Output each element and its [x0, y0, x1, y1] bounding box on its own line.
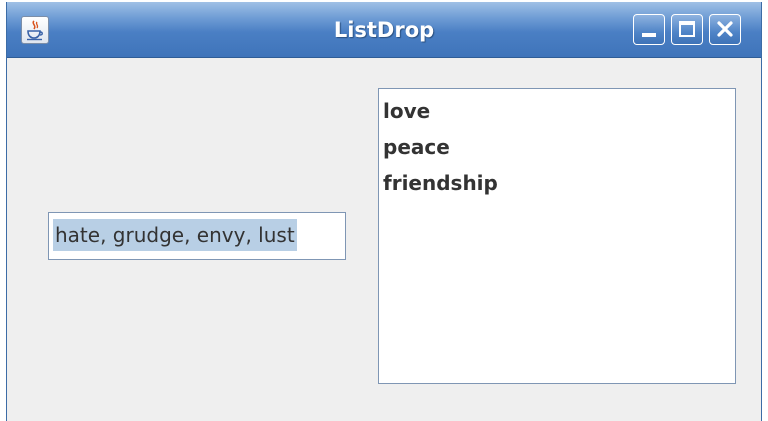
listdrop-window: ListDrop hate, grudge, envy, lust love p…: [6, 2, 762, 421]
list-item[interactable]: peace: [379, 129, 735, 165]
close-icon: [717, 21, 733, 37]
close-button[interactable]: [709, 14, 741, 45]
list-item[interactable]: love: [379, 93, 735, 129]
minimize-button[interactable]: [633, 14, 665, 45]
drop-list[interactable]: love peace friendship: [378, 88, 736, 384]
maximize-button[interactable]: [671, 14, 703, 45]
drag-text-field[interactable]: hate, grudge, envy, lust: [48, 212, 346, 260]
java-cup-icon[interactable]: [21, 16, 49, 44]
minimize-icon: [642, 33, 656, 37]
maximize-icon: [679, 21, 695, 37]
content-pane: hate, grudge, envy, lust love peace frie…: [7, 58, 761, 421]
text-field-value[interactable]: hate, grudge, envy, lust: [53, 219, 297, 251]
title-bar[interactable]: ListDrop: [7, 2, 761, 58]
list-item[interactable]: friendship: [379, 165, 735, 201]
